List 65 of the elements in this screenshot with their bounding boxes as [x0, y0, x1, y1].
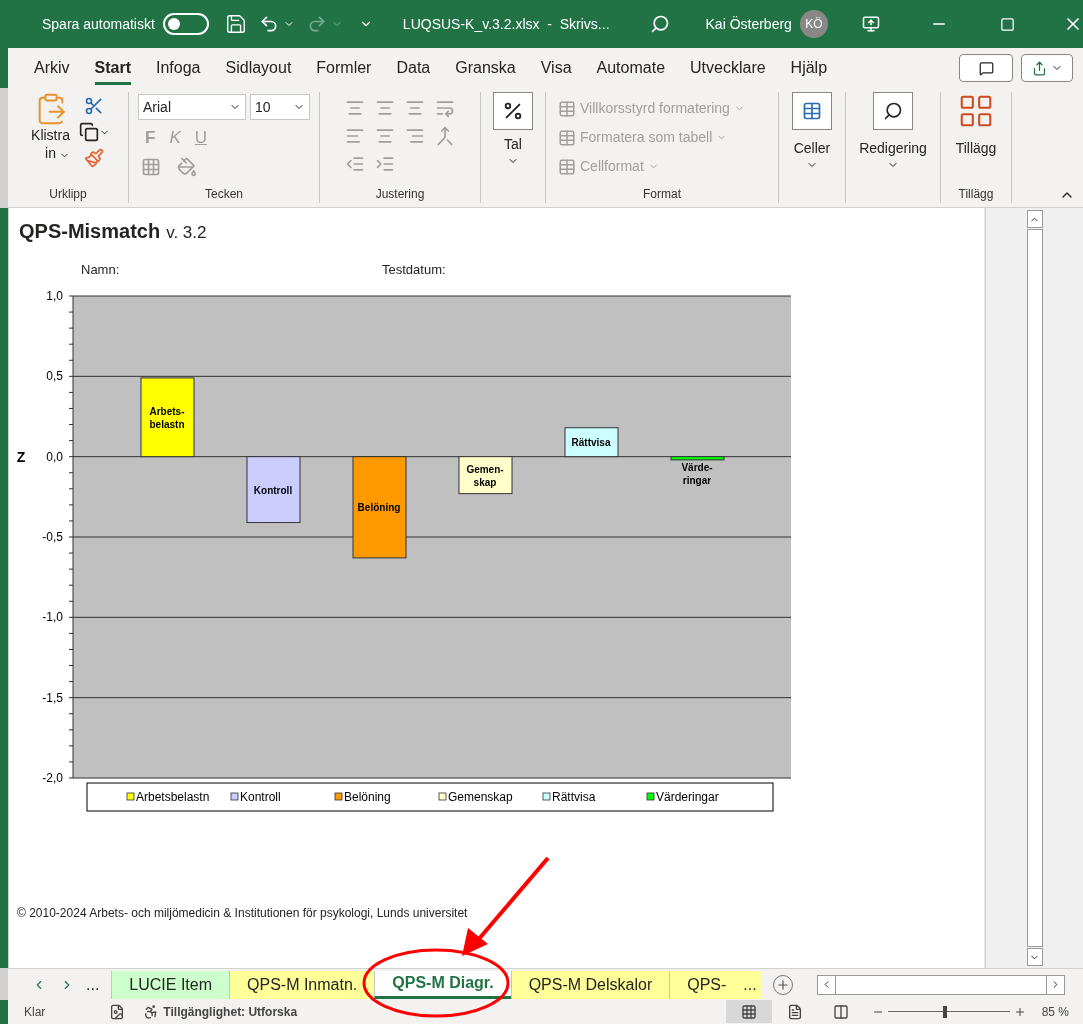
axis-tick-label: 0,5: [46, 368, 63, 383]
axis-tick-label: 0,0: [46, 449, 63, 464]
user-name: Kai Österberg: [705, 14, 792, 34]
user-avatar[interactable]: KÖ: [799, 10, 828, 38]
font-size-field[interactable]: 10: [250, 94, 310, 120]
status-text: Klar: [24, 1003, 46, 1021]
more-tabs-button[interactable]: ...: [743, 970, 761, 999]
sheet-tab[interactable]: QPS-: [669, 970, 744, 999]
legend-label: Värderingar: [656, 789, 719, 804]
menu-tab[interactable]: Sidlayout: [225, 51, 292, 85]
font-name-field[interactable]: Arial: [138, 94, 246, 120]
bar-label: Rättvisa: [571, 436, 611, 448]
field-label: Testdatum:: [382, 261, 447, 279]
group-label: Tillägg: [958, 186, 994, 203]
field-value: 10: [255, 97, 271, 117]
accessibility-status[interactable]: Tillgänglighet: Utforska: [163, 1002, 298, 1021]
axis-title: Z: [16, 448, 26, 465]
menu-tab[interactable]: Hjälp: [790, 51, 828, 85]
zoom-level[interactable]: 85 %: [1041, 1002, 1069, 1021]
version-label: v. 3.2: [166, 222, 207, 244]
bar-label: Belöning: [357, 501, 401, 513]
editing-button[interactable]: Redigering: [859, 92, 927, 171]
axis-tick-label: -0,5: [42, 529, 63, 544]
legend-label: Arbetsbelastn: [136, 789, 210, 804]
menu-tab[interactable]: Infoga: [156, 51, 201, 85]
menu-tab[interactable]: Automate: [596, 51, 666, 85]
legend-label: Gemenskap: [448, 789, 513, 804]
axis-tick-label: 1,0: [46, 288, 63, 303]
group-label: Urklipp: [49, 186, 87, 203]
legend-label: Rättvisa: [552, 789, 596, 804]
paste-button[interactable]: Klistra in: [26, 92, 75, 185]
sheet-title: QPS-Mismatch: [19, 219, 161, 244]
legend-label: Belöning: [344, 789, 391, 804]
paste-label: in: [45, 144, 56, 162]
group-label: Format: [643, 186, 681, 203]
cells-button[interactable]: Celler: [792, 92, 832, 171]
axis-tick-label: -1,5: [42, 690, 63, 705]
bar-label: Gemen- skap: [466, 463, 504, 488]
bar-label: Arbets- belastn: [149, 405, 185, 430]
bar-label: Värde- ringar: [681, 461, 713, 486]
sheet-tab[interactable]: LUCIE Item: [111, 970, 230, 999]
window-title: LUQSUS-K_v.3.2.xlsx - Skrivs...: [402, 14, 610, 34]
paste-label: Klistra: [31, 126, 70, 144]
more-tabs-button[interactable]: ...: [86, 972, 100, 997]
sheet-tab[interactable]: QPS-M Diagr.: [374, 970, 511, 999]
menu-tab[interactable]: Arkiv: [34, 51, 70, 85]
field-label: Namn:: [81, 261, 121, 279]
group-label: Justering: [375, 186, 425, 203]
addins-button[interactable]: Tillägg: [955, 92, 997, 159]
menu-tab[interactable]: Granska: [455, 51, 516, 85]
axis-tick-label: -1,0: [42, 609, 63, 624]
axis-tick-label: -2,0: [42, 770, 63, 785]
legend-label: Kontroll: [240, 789, 281, 804]
menu-tab[interactable]: Start: [94, 51, 131, 85]
menu-tab[interactable]: Visa: [540, 51, 572, 85]
sheet-tab[interactable]: QPS-M Inmatn.: [229, 970, 375, 999]
group-label: Tecken: [205, 186, 243, 203]
sheet-tab[interactable]: QPS-M Delskalor: [510, 970, 670, 999]
menu-tab[interactable]: Formler: [316, 51, 372, 85]
menu-tab[interactable]: Data: [396, 51, 431, 85]
autosave-label: Spara automatiskt: [42, 14, 155, 34]
copyright-text: © 2010-2024 Arbets- och miljömedicin & Institutionen för psykologi, Lunds universitet: [17, 904, 469, 922]
menu-tab[interactable]: Utvecklare: [690, 51, 766, 85]
bar-label: Kontroll: [253, 484, 293, 496]
field-value: Arial: [143, 97, 171, 117]
